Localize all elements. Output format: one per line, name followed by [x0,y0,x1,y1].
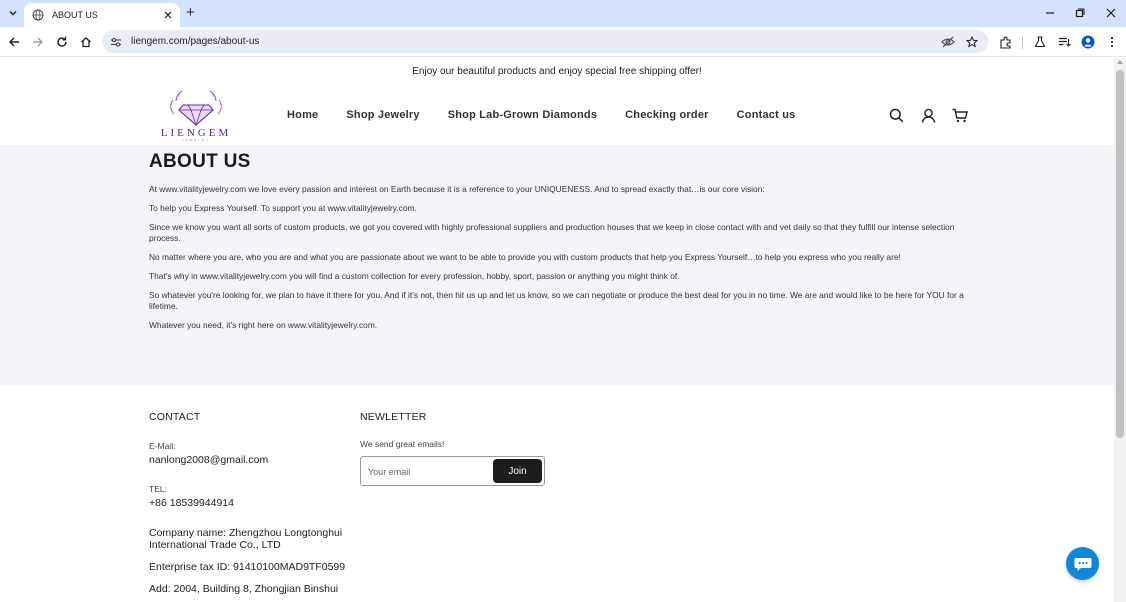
browser-toolbar: liengem.com/pages/about-us [0,27,1126,57]
eye-slash-icon[interactable] [940,34,956,50]
forward-arrow-icon[interactable] [29,33,47,51]
email-label: E-Mail: [149,441,176,451]
contact-email: nanlong2008@gmail.com [149,454,269,466]
browser-tab-bar: ABOUT US + [0,0,1126,27]
company-address: Add: 2004, Building 8, Zhongjian Binshui [149,583,339,595]
account-icon[interactable] [919,106,937,124]
tab-title: ABOUT US [52,10,98,20]
announcement-bar: Enjoy our beautiful products and enjoy s… [412,66,702,77]
toolbar-divider [1022,36,1023,49]
about-paragraph: Since we know you want all sorts of cust… [149,222,955,243]
logo-tagline: JEWELRY [181,138,211,142]
new-tab-button[interactable]: + [186,5,195,21]
page-viewport: Enjoy our beautiful products and enjoy s… [0,58,1114,602]
site-logo[interactable]: LIENGEM JEWELRY [160,84,232,142]
about-paragraph: That's why in www.vitalityjewelry.com yo… [149,271,680,281]
reading-list-icon[interactable] [1055,33,1073,51]
tab-close-icon[interactable] [164,8,172,22]
join-button[interactable]: Join [493,459,542,483]
tax-id: Enterprise tax ID: 91410100MAD9TF0599 [149,561,346,573]
cart-icon[interactable] [951,106,969,124]
extensions-icon[interactable] [996,33,1014,51]
contact-heading: CONTACT [149,411,201,423]
nav-contact-us[interactable]: Contact us [737,109,796,121]
about-paragraph: Whatever you need, it's right here on ww… [149,320,378,330]
scroll-up-arrow-icon[interactable] [1117,60,1123,64]
footer-contact-column: CONTACT E-Mail: nanlong2008@gmail.com TE… [149,411,349,602]
close-window-icon[interactable] [1103,4,1119,22]
newsletter-subtext: We send great emails! [360,439,445,449]
main-navigation: Home Shop Jewelry Shop Lab-Grown Diamond… [273,85,809,145]
site-header: LIENGEM JEWELRY Home Shop Jewelry Shop L… [0,84,1114,145]
about-paragraph: No matter where you are, who you are and… [149,252,901,262]
nav-shop-jewelry[interactable]: Shop Jewelry [346,109,419,121]
profile-avatar-icon[interactable] [1079,33,1097,51]
tel-label: TEL: [149,484,167,494]
nav-home[interactable]: Home [287,109,318,121]
restore-icon[interactable] [1072,4,1088,22]
diamond-logo-icon [170,84,222,127]
about-section: ABOUT US At www.vitalityjewelry.com we l… [0,145,1114,385]
about-paragraph: At www.vitalityjewelry.com we love every… [149,184,765,194]
company-name: Company name: Zhengzhou Longtonghui Inte… [149,527,343,551]
address-bar[interactable]: liengem.com/pages/about-us [102,30,988,53]
search-icon[interactable] [887,106,905,124]
footer-newsletter-column: NEWLETTER We send great emails! Join [360,411,560,486]
page-title: ABOUT US [149,151,251,172]
scrollbar-thumb[interactable] [1116,70,1124,438]
site-footer: CONTACT E-Mail: nanlong2008@gmail.com TE… [0,385,1114,602]
nav-checking-order[interactable]: Checking order [625,109,709,121]
reload-icon[interactable] [53,33,71,51]
chat-icon [1074,557,1091,571]
globe-icon [32,9,44,21]
chat-button[interactable] [1066,547,1099,580]
nav-shop-lab-grown-diamonds[interactable]: Shop Lab-Grown Diamonds [448,109,597,121]
contact-phone: +86 18539944914 [149,497,234,509]
newsletter-heading: NEWLETTER [360,411,427,423]
browser-menu-icon[interactable] [1103,33,1121,51]
newsletter-email-input[interactable] [368,463,488,480]
minimize-icon[interactable] [1042,4,1058,22]
site-settings-icon[interactable] [110,36,122,48]
home-icon[interactable] [77,33,95,51]
browser-tab[interactable]: ABOUT US [24,3,180,27]
back-arrow-icon[interactable] [5,33,23,51]
tab-search-chevron-icon[interactable] [4,4,22,22]
bookmark-star-icon[interactable] [964,34,980,50]
labs-flask-icon[interactable] [1031,33,1049,51]
about-paragraph: So whatever you're looking for, we plan … [149,290,964,311]
page-scrollbar[interactable] [1114,58,1126,602]
about-paragraph: To help you Express Yourself. To support… [149,203,417,213]
url-text: liengem.com/pages/about-us [131,36,260,47]
newsletter-form: Join [360,456,545,486]
